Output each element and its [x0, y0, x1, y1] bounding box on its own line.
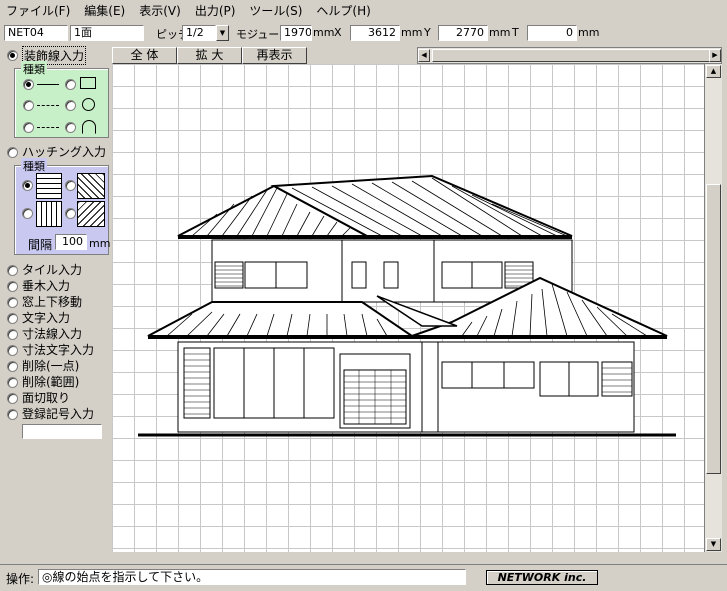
line-solid-radio[interactable]: [23, 79, 34, 90]
t-unit: mm: [578, 26, 600, 39]
hatch-type-title: 種類: [21, 158, 47, 174]
text-label[interactable]: 文字入力: [22, 309, 70, 326]
arrow-right-icon: ▶: [712, 51, 718, 59]
redraw-button[interactable]: 再表示: [242, 47, 307, 64]
zoom-button[interactable]: 拡 大: [177, 47, 242, 64]
floor-field[interactable]: 1面: [70, 25, 144, 41]
scroll-left-button[interactable]: ◀: [418, 49, 430, 62]
menu-edit[interactable]: 編集(E): [84, 2, 125, 19]
spacing-field[interactable]: 100: [55, 234, 87, 250]
left-panel: 装飾線入力 種類 ハッチング入力 種類 間隔 100 mm タイル入力 垂木入力…: [0, 44, 112, 562]
menu-tools[interactable]: ツール(S): [249, 2, 302, 19]
operation-message: ◎線の始点を指示して下さい。: [38, 569, 466, 585]
text-radio[interactable]: [7, 313, 18, 324]
x-field[interactable]: 3612: [350, 25, 400, 41]
line-dashdot-radio[interactable]: [23, 122, 34, 133]
pitch-dropdown-button[interactable]: ▼: [216, 25, 229, 41]
scroll-down-button[interactable]: ▼: [706, 538, 721, 551]
dashdot-line-icon: [37, 127, 59, 128]
delete-point-label[interactable]: 削除(一点): [22, 357, 79, 374]
t-field[interactable]: 0: [527, 25, 577, 41]
rafter-radio[interactable]: [7, 281, 18, 292]
toolbar: NET04 1面 ピッチ 1/2 ▼ モジュール 1970 mm X 3612 …: [0, 22, 727, 44]
horizontal-scroll-thumb[interactable]: [432, 49, 715, 62]
chamfer-radio[interactable]: [7, 393, 18, 404]
line-dashed-radio[interactable]: [23, 100, 34, 111]
operation-label: 操作:: [6, 572, 35, 586]
registered-symbol-input[interactable]: [22, 424, 102, 439]
horizontal-scrollbar[interactable]: ◀ ▶: [417, 47, 722, 64]
spacing-label: 間隔: [28, 238, 53, 252]
menu-bar: ファイル(F) 編集(E) 表示(V) 出力(P) ツール(S) ヘルプ(H): [0, 0, 727, 20]
dimension-line-radio[interactable]: [7, 329, 18, 340]
delete-point-radio[interactable]: [7, 361, 18, 372]
shape-arc-radio[interactable]: [65, 122, 76, 133]
line-type-group: 種類: [14, 61, 109, 138]
solid-line-icon: [37, 84, 59, 85]
hatch-horizontal-radio[interactable]: [22, 180, 33, 191]
y-unit: mm: [489, 26, 511, 39]
registered-symbol-radio[interactable]: [7, 409, 18, 420]
shape-rect-radio[interactable]: [65, 79, 76, 90]
menu-file[interactable]: ファイル(F): [6, 2, 70, 19]
chevron-down-icon: ▼: [219, 29, 226, 37]
window-move-label[interactable]: 窓上下移動: [22, 293, 82, 310]
view-bar-spacer: [307, 47, 417, 64]
scroll-up-button[interactable]: ▲: [706, 65, 721, 78]
drawing-canvas[interactable]: [112, 64, 704, 552]
t-label: T: [512, 26, 519, 39]
dimension-text-label[interactable]: 寸法文字入力: [22, 341, 94, 358]
spacing-unit: mm: [89, 237, 111, 250]
rectangle-icon: [80, 77, 96, 89]
y-field[interactable]: 2770: [438, 25, 488, 41]
chamfer-label[interactable]: 面切取り: [22, 389, 70, 406]
x-unit: mm: [401, 26, 423, 39]
menu-help[interactable]: ヘルプ(H): [316, 2, 370, 19]
hatch-horizontal-icon: [36, 173, 62, 199]
house-elevation-drawing: [138, 174, 676, 437]
vertical-scroll-thumb[interactable]: [706, 184, 721, 474]
pitch-select[interactable]: 1/2: [182, 25, 216, 41]
arrow-left-icon: ◀: [421, 51, 427, 59]
registered-symbol-label[interactable]: 登録記号入力: [22, 405, 94, 422]
hatch-vertical-icon: [36, 201, 62, 227]
hatch-diagonal-radio[interactable]: [65, 180, 76, 191]
hatch-backdiagonal-icon: [77, 201, 105, 227]
hatching-radio[interactable]: [7, 147, 18, 158]
x-label: X: [334, 26, 342, 39]
module-field[interactable]: 1970: [280, 25, 312, 41]
delete-range-label[interactable]: 削除(範囲): [22, 373, 79, 390]
project-name-field[interactable]: NET04: [4, 25, 68, 41]
dashed-line-icon: [37, 105, 59, 106]
window-move-radio[interactable]: [7, 297, 18, 308]
view-bar: 全 体 拡 大 再表示 ◀ ▶: [112, 47, 722, 64]
delete-range-radio[interactable]: [7, 377, 18, 388]
hatch-backdiagonal-radio[interactable]: [65, 208, 76, 219]
decor-line-radio[interactable]: [7, 50, 18, 61]
status-bar: 操作: ◎線の始点を指示して下さい。 NETWORK inc.: [0, 564, 727, 591]
scroll-right-button[interactable]: ▶: [709, 49, 721, 62]
arc-icon: [82, 120, 96, 134]
y-label: Y: [424, 26, 431, 39]
hatch-type-group: 種類 間隔 100 mm: [14, 158, 111, 255]
view-all-button[interactable]: 全 体: [112, 47, 177, 64]
line-type-title: 種類: [21, 61, 47, 77]
rafter-label[interactable]: 垂木入力: [22, 277, 70, 294]
menu-output[interactable]: 出力(P): [195, 2, 236, 19]
tile-label[interactable]: タイル入力: [22, 261, 82, 278]
circle-icon: [82, 98, 95, 111]
arrow-up-icon: ▲: [710, 67, 717, 75]
hatch-vertical-radio[interactable]: [22, 208, 33, 219]
hatch-diagonal-icon: [77, 173, 105, 199]
tile-radio[interactable]: [7, 265, 18, 276]
dimension-text-radio[interactable]: [7, 345, 18, 356]
lower-left-roof: [147, 301, 416, 337]
module-unit: mm: [313, 26, 335, 39]
dimension-line-label[interactable]: 寸法線入力: [22, 325, 82, 342]
shape-circle-radio[interactable]: [65, 100, 76, 111]
menu-view[interactable]: 表示(V): [139, 2, 181, 19]
arrow-down-icon: ▼: [710, 540, 717, 548]
brand-logo: NETWORK inc.: [486, 570, 598, 585]
vertical-scrollbar[interactable]: ▲ ▼: [704, 64, 722, 552]
